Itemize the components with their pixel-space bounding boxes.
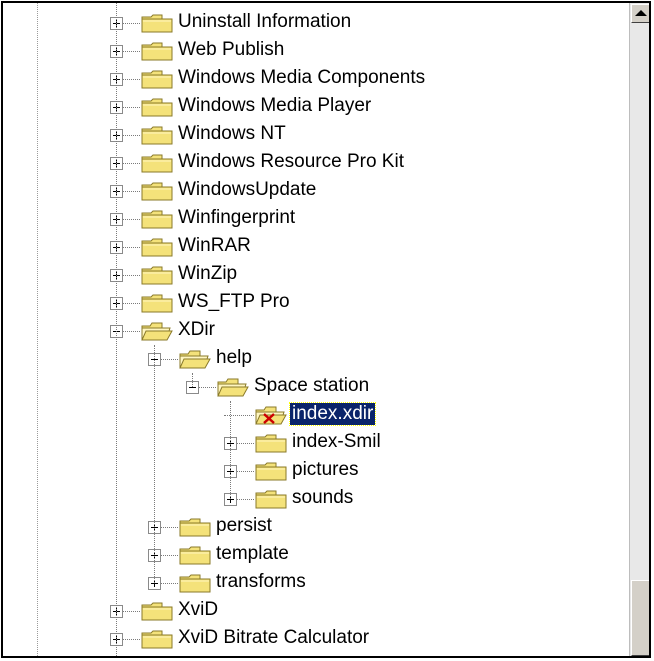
tree-item-label[interactable]: Uninstall Information (176, 11, 353, 33)
folder-closed-icon (140, 236, 174, 263)
folder-closed-icon (178, 516, 212, 543)
tree-item-label[interactable]: WinRAR (176, 235, 253, 257)
folder-tree: Uninstall Information Web Publish Windows … (3, 3, 629, 656)
tree-item-label[interactable]: index-Smil (290, 431, 383, 453)
scroll-up-button[interactable] (631, 4, 649, 23)
tree-connector (161, 359, 178, 360)
folder-closed-icon (254, 432, 288, 459)
tree-connector (123, 23, 140, 24)
tree-connector (237, 443, 254, 444)
tree-item-label[interactable]: index.xdir (288, 402, 377, 426)
tree-item-label[interactable]: pictures (290, 459, 361, 481)
folder-closed-icon (254, 488, 288, 515)
tree-guide-line (37, 3, 38, 656)
tree-item-label[interactable]: WS_FTP Pro (176, 291, 292, 313)
tree-guide-line (230, 401, 231, 499)
tree-view-frame: Uninstall Information Web Publish Windows … (1, 1, 651, 658)
tree-connector (123, 191, 140, 192)
tree-connector (123, 219, 140, 220)
folder-closed-icon (140, 152, 174, 179)
tree-connector (123, 51, 140, 52)
tree-item-label[interactable]: Windows Media Components (176, 67, 427, 89)
folder-closed-icon (140, 96, 174, 123)
folder-closed-icon (140, 208, 174, 235)
tree-connector (123, 247, 140, 248)
tree-item-label[interactable]: Web Publish (176, 39, 286, 61)
folder-closed-icon (140, 264, 174, 291)
tree-item-label[interactable]: XviD Bitrate Calculator (176, 627, 371, 649)
tree-connector (199, 387, 216, 388)
scroll-up-arrow-icon (635, 10, 647, 16)
tree-item-label[interactable]: persist (214, 515, 274, 537)
tree-item-label[interactable]: XviD (176, 599, 220, 621)
folder-open-icon (178, 348, 212, 375)
tree-item-label[interactable]: Windows NT (176, 123, 288, 145)
tree-connector (237, 499, 254, 500)
tree-item-label[interactable]: template (214, 543, 291, 565)
tree-item-label[interactable]: XDir (176, 319, 217, 341)
tree-item-label[interactable]: Windows Media Player (176, 95, 373, 117)
folder-closed-icon (140, 292, 174, 319)
folder-closed-icon (178, 572, 212, 599)
folder-closed-icon (140, 68, 174, 95)
tree-connector (123, 611, 140, 612)
tree-connector (161, 527, 178, 528)
folder-closed-icon (140, 124, 174, 151)
tree-item-label[interactable]: Windows Resource Pro Kit (176, 151, 406, 173)
tree-guide-line (154, 345, 155, 583)
folder-closed-icon (140, 628, 174, 655)
folder-closed-icon (140, 12, 174, 39)
tree-connector (123, 303, 140, 304)
tree-item-label[interactable]: Zonelabs (176, 655, 258, 656)
tree-item-label[interactable]: sounds (290, 487, 355, 509)
tree-connector (123, 163, 140, 164)
folder-closed-icon (140, 180, 174, 207)
folder-closed-icon (140, 600, 174, 627)
tree-item-label[interactable]: help (214, 347, 254, 369)
tree-connector (161, 555, 178, 556)
tree-connector (123, 107, 140, 108)
tree-connector (123, 79, 140, 80)
folder-closed-icon (178, 544, 212, 571)
tree-guide-line (116, 3, 117, 656)
tree-connector (224, 415, 254, 416)
folder-closed-icon (254, 460, 288, 487)
tree-item-label[interactable]: WindowsUpdate (176, 179, 318, 201)
scroll-thumb[interactable] (631, 580, 649, 656)
tree-item-label[interactable]: Space station (252, 375, 371, 397)
tree-connector (161, 583, 178, 584)
tree-item-label[interactable]: Winfingerprint (176, 207, 297, 229)
tree-item-label[interactable]: transforms (214, 571, 308, 593)
tree-connector (123, 639, 140, 640)
tree-connector (123, 331, 140, 332)
folder-open-icon (140, 320, 174, 347)
tree-item-label[interactable]: WinZip (176, 263, 239, 285)
folder-closed-icon (140, 40, 174, 67)
tree-connector (123, 135, 140, 136)
tree-guide-line (192, 373, 193, 387)
folder-xdir-icon (254, 404, 288, 431)
tree-connector (123, 275, 140, 276)
tree-connector (237, 471, 254, 472)
folder-open-icon (216, 376, 250, 403)
vertical-scrollbar[interactable] (629, 3, 649, 656)
